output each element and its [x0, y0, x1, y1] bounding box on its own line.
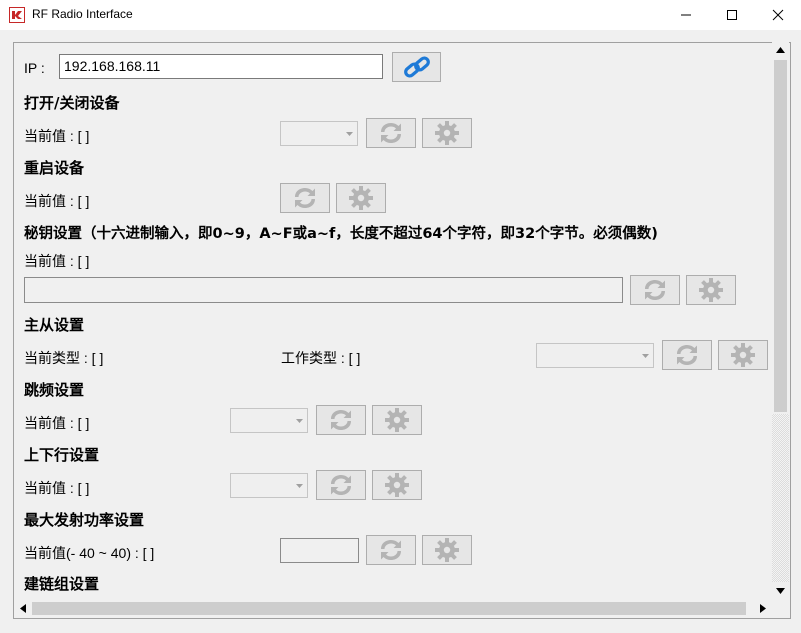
txpower-settings-button[interactable]: [422, 535, 472, 565]
reboot-refresh-button[interactable]: [280, 183, 330, 213]
ip-label: IP :: [24, 60, 45, 76]
window-title: RF Radio Interface: [32, 7, 133, 21]
updown-section-title: 上下行设置: [24, 446, 100, 464]
scrollbar-corner: [772, 600, 789, 617]
vertical-scroll-thumb[interactable]: [774, 60, 787, 412]
app-icon: [9, 7, 25, 23]
master-settings-button[interactable]: [718, 340, 768, 370]
reboot-section-title: 重启设备: [24, 159, 85, 177]
refresh-icon: [381, 540, 401, 560]
reboot-current-value: 当前值 : [ ]: [24, 193, 90, 209]
master-work-type: 工作类型 : [ ]: [281, 350, 361, 366]
txpower-refresh-button[interactable]: [366, 535, 416, 565]
power-current-value: 当前值 : [ ]: [24, 128, 90, 144]
scroll-left-icon[interactable]: [20, 604, 26, 613]
master-current-type: 当前类型 : [ ]: [24, 350, 104, 366]
power-settings-button[interactable]: [422, 118, 472, 148]
key-input[interactable]: [24, 277, 623, 303]
key-section-title: 秘钥设置（十六进制输入，即0~9，A~F或a~f，长度不超过64个字符，即32个…: [24, 226, 658, 242]
ip-input[interactable]: 192.168.168.11: [59, 54, 383, 79]
reboot-settings-button[interactable]: [336, 183, 386, 213]
updown-refresh-button[interactable]: [316, 470, 366, 500]
maximize-button[interactable]: [709, 0, 755, 30]
master-section-title: 主从设置: [24, 316, 85, 334]
updown-select[interactable]: [230, 473, 308, 498]
txpower-section-title: 最大发射功率设置: [24, 511, 145, 529]
scroll-down-icon[interactable]: [776, 588, 785, 594]
key-settings-button[interactable]: [686, 275, 736, 305]
power-refresh-button[interactable]: [366, 118, 416, 148]
minimize-icon: [681, 14, 691, 16]
close-button[interactable]: [755, 0, 801, 30]
gear-icon: [435, 538, 459, 562]
hopping-settings-button[interactable]: [372, 405, 422, 435]
hopping-current-value: 当前值 : [ ]: [24, 415, 90, 431]
horizontal-scrollbar[interactable]: [14, 600, 772, 617]
horizontal-scroll-thumb[interactable]: [32, 602, 746, 615]
refresh-icon: [331, 475, 351, 495]
master-refresh-button[interactable]: [662, 340, 712, 370]
hopping-refresh-button[interactable]: [316, 405, 366, 435]
txpower-input[interactable]: [280, 538, 359, 563]
close-icon: [772, 9, 784, 21]
refresh-icon: [295, 188, 315, 208]
chevron-down-icon: [296, 419, 303, 423]
scroll-right-icon[interactable]: [760, 604, 766, 613]
connect-button[interactable]: [392, 52, 441, 82]
chevron-down-icon: [642, 354, 649, 358]
power-select[interactable]: [280, 121, 358, 146]
refresh-icon: [645, 280, 665, 300]
link-section-title: 建链组设置: [24, 575, 100, 593]
vertical-scroll-track[interactable]: [772, 414, 789, 582]
vertical-scrollbar[interactable]: [772, 42, 789, 600]
gear-icon: [349, 186, 373, 210]
key-current-value: 当前值 : [ ]: [24, 253, 90, 269]
gear-icon: [385, 473, 409, 497]
refresh-icon: [331, 410, 351, 430]
hopping-section-title: 跳频设置: [24, 381, 85, 399]
chevron-down-icon: [296, 484, 303, 488]
power-section-title: 打开/关闭设备: [24, 94, 120, 112]
key-refresh-button[interactable]: [630, 275, 680, 305]
refresh-icon: [381, 123, 401, 143]
gear-icon: [385, 408, 409, 432]
gear-icon: [435, 121, 459, 145]
chevron-down-icon: [346, 132, 353, 136]
minimize-button[interactable]: [663, 0, 709, 30]
gear-icon: [731, 343, 755, 367]
title-bar: RF Radio Interface: [0, 0, 801, 30]
refresh-icon: [677, 345, 697, 365]
link-icon: [403, 56, 430, 78]
txpower-current-value: 当前值(- 40 ~ 40) : [ ]: [24, 545, 155, 561]
updown-settings-button[interactable]: [372, 470, 422, 500]
maximize-icon: [727, 10, 737, 20]
updown-current-value: 当前值 : [ ]: [24, 480, 90, 496]
hopping-select[interactable]: [230, 408, 308, 433]
master-select[interactable]: [536, 343, 654, 368]
gear-icon: [699, 278, 723, 302]
scroll-up-icon[interactable]: [776, 47, 785, 53]
